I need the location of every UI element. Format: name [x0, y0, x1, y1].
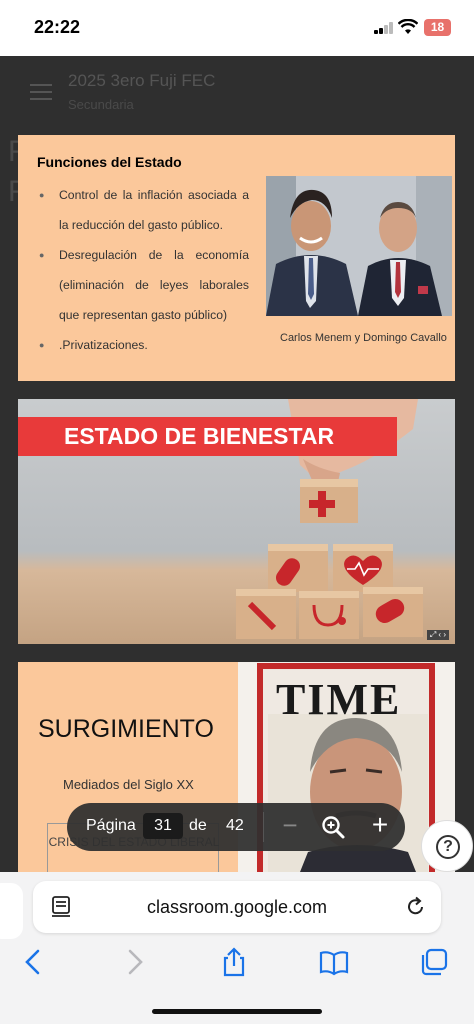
magazine-masthead: TIME [276, 675, 402, 724]
browser-chrome: classroom.google.com [0, 872, 474, 1024]
cellular-signal-icon [374, 22, 394, 34]
bookmarks-icon[interactable] [318, 946, 350, 978]
help-icon: ? [436, 835, 460, 859]
class-title: 2025 3ero Fuji FEC [68, 71, 216, 90]
bullet-list: Control de la inflación asociada a la re… [39, 180, 249, 360]
slide-banner: ESTADO DE BIENESTAR [18, 417, 397, 456]
slide-title: Funciones del Estado [37, 154, 182, 170]
help-button[interactable]: ? [421, 820, 473, 872]
status-time: 22:22 [34, 17, 81, 37]
pdf-page-controls: Página 31 de 42 − + [67, 803, 405, 851]
bullet-item: Control de la inflación asociada a la re… [39, 180, 249, 240]
class-subtitle: Secundaria [68, 97, 134, 112]
zoom-in-icon[interactable]: + [367, 811, 393, 840]
wifi-icon [398, 19, 418, 34]
battery-indicator: 18 [424, 19, 451, 36]
bullet-item: .Privatizaciones. [39, 330, 249, 360]
classroom-header: 2025 3ero Fuji FEC Secundaria [0, 56, 474, 126]
slide-subtitle: Mediados del Siglo XX [63, 777, 194, 792]
slide-title: ESTADO DE BIENESTAR [64, 423, 335, 449]
zoom-out-icon[interactable]: − [277, 812, 303, 840]
magnifier-icon[interactable] [320, 814, 346, 840]
photo-menem-cavallo [266, 176, 452, 316]
page-label: Página [86, 817, 136, 834]
slide-nav-controls[interactable]: ⤢ ‹ › [426, 630, 449, 640]
slide-estado-de-bienestar: ESTADO DE BIENESTAR ⤢ ‹ › [18, 399, 455, 644]
share-icon[interactable] [218, 946, 250, 978]
tabs-icon[interactable] [418, 946, 450, 978]
home-indicator [152, 1009, 322, 1014]
forward-icon[interactable] [118, 946, 150, 978]
bullet-item: Desregulación de la economía (eliminació… [39, 240, 249, 330]
slide-title: SURGIMIENTO [38, 715, 214, 743]
status-bar: 22:22 18 [0, 0, 474, 56]
url-text[interactable]: classroom.google.com [33, 897, 441, 918]
back-icon[interactable] [18, 946, 50, 978]
previous-tab-preview[interactable] [0, 883, 23, 939]
reload-icon[interactable] [405, 896, 427, 918]
divider [263, 812, 264, 842]
current-page-input[interactable]: 31 [143, 813, 183, 839]
total-pages: 42 [226, 817, 244, 834]
address-bar[interactable]: classroom.google.com [33, 881, 441, 933]
slide-funciones-del-estado: Funciones del Estado Control de la infla… [18, 135, 455, 381]
photo-caption: Carlos Menem y Domingo Cavallo [280, 332, 447, 344]
menu-icon[interactable] [30, 84, 52, 100]
page-of-label: de [189, 817, 207, 834]
